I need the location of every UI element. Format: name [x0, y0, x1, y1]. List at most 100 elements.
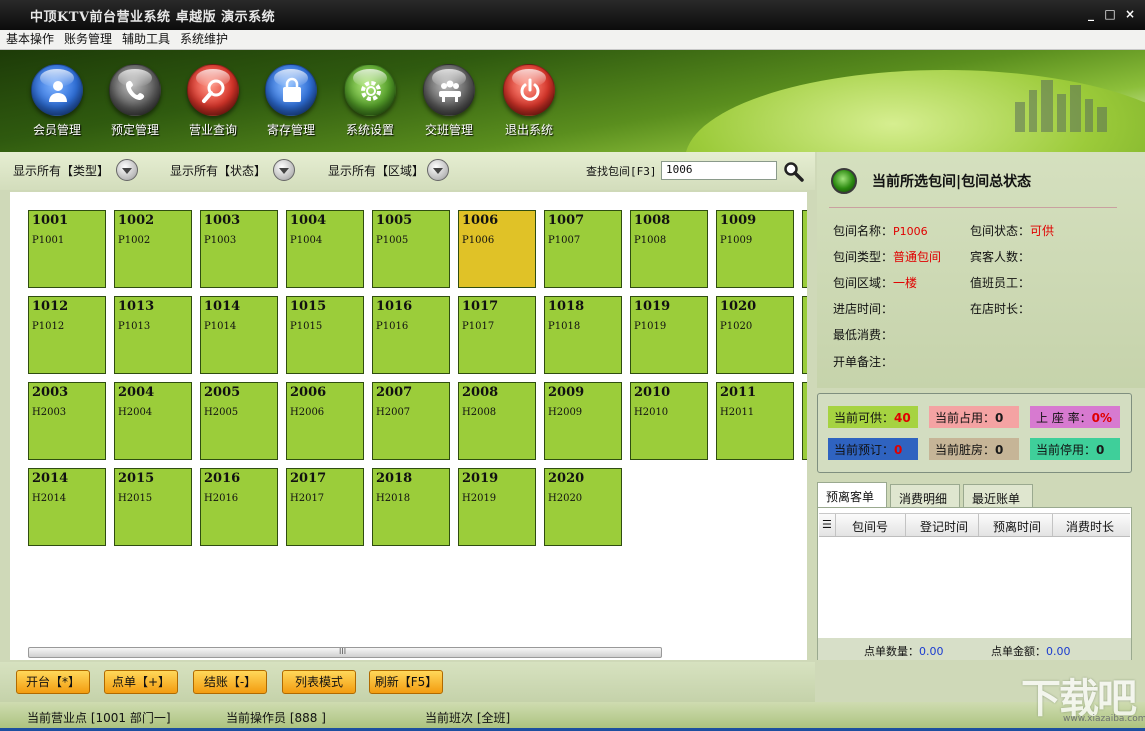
room-number: 1015 [290, 299, 327, 314]
tab-recent-bills[interactable]: 最近账单 [963, 484, 1033, 508]
room-number: 2010 [634, 385, 671, 400]
menu-accounts[interactable]: 账务管理 [58, 30, 116, 48]
order-button[interactable]: 点单【+】 [104, 670, 178, 694]
watermark-logo: 下载吧 www.xiazaiba.com [1021, 676, 1145, 724]
room-tile[interactable]: 2005 H2005 [200, 382, 278, 460]
room-tile[interactable]: 1020 P1020 [716, 296, 794, 374]
list-mode-button[interactable]: 列表模式 [282, 670, 356, 694]
menu-basic-ops[interactable]: 基本操作 [0, 30, 58, 48]
room-tile[interactable]: 2003 H2003 [28, 382, 106, 460]
room-number: 1012 [32, 299, 69, 314]
menu-tools[interactable]: 辅助工具 [116, 30, 174, 48]
room-code: H2010 [634, 407, 669, 418]
reservation-manage-button[interactable]: 预定管理 [100, 64, 170, 138]
room-tile[interactable]: 1014 P1014 [200, 296, 278, 374]
room-code: P1003 [204, 235, 237, 246]
room-number: 2018 [376, 471, 413, 486]
room-code: H2017 [290, 493, 325, 504]
room-tile[interactable]: 2006 H2006 [286, 382, 364, 460]
room-search-input[interactable]: 1006 [661, 161, 777, 180]
maximize-button[interactable]: □ [1102, 6, 1118, 22]
room-number: 1009 [720, 213, 757, 228]
table-header: ☰ 包间号 登记时间 预离时间 消费时长 [819, 513, 1130, 537]
status-filter-dropdown[interactable] [273, 159, 295, 181]
power-icon [503, 64, 555, 116]
room-tile[interactable]: 1005 P1005 [372, 210, 450, 288]
room-tile[interactable]: 2010 H2010 [630, 382, 708, 460]
room-tile[interactable]: 2007 H2007 [372, 382, 450, 460]
room-tile[interactable]: 1006 P1006 [458, 210, 536, 288]
room-number: 2019 [462, 471, 499, 486]
room-number: 2015 [118, 471, 155, 486]
room-tile[interactable]: 2017 H2017 [286, 468, 364, 546]
room-tile[interactable]: 1002 P1002 [114, 210, 192, 288]
room-tile[interactable]: 1016 P1016 [372, 296, 450, 374]
room-tile[interactable]: 2018 H2018 [372, 468, 450, 546]
exit-system-button[interactable]: 退出系统 [494, 64, 564, 138]
duration-row: 在店时长： [970, 302, 1031, 316]
room-tile[interactable]: 1015 P1015 [286, 296, 364, 374]
col-duration[interactable]: 消费时长 [1066, 518, 1114, 535]
horizontal-scrollbar[interactable]: III [28, 647, 662, 658]
room-tile-clipped[interactable] [802, 296, 807, 374]
search-icon[interactable] [783, 161, 805, 183]
room-tile[interactable]: 1017 P1017 [458, 296, 536, 374]
room-tile[interactable]: 1009 P1009 [716, 210, 794, 288]
room-number: 2014 [32, 471, 69, 486]
tab-consumption-detail[interactable]: 消费明细 [890, 484, 960, 508]
system-settings-label: 系统设置 [345, 123, 394, 137]
room-tile[interactable]: 1013 P1013 [114, 296, 192, 374]
tab-departing-orders[interactable]: 预离客单 [817, 482, 887, 509]
storage-manage-button[interactable]: 寄存管理 [256, 64, 326, 138]
stat-box: 上 座 率：0% [1030, 406, 1120, 428]
room-tile[interactable]: 2014 H2014 [28, 468, 106, 546]
system-settings-button[interactable]: 系统设置 [335, 64, 405, 138]
room-tile[interactable]: 2008 H2008 [458, 382, 536, 460]
room-tile[interactable]: 1018 P1018 [544, 296, 622, 374]
area-filter-dropdown[interactable] [427, 159, 449, 181]
room-tile[interactable]: 1001 P1001 [28, 210, 106, 288]
room-code: H2014 [32, 493, 67, 504]
member-manage-button[interactable]: 会员管理 [22, 64, 92, 138]
room-tile[interactable]: 1007 P1007 [544, 210, 622, 288]
refresh-button[interactable]: 刷新【F5】 [369, 670, 443, 694]
room-tile[interactable]: 2011 H2011 [716, 382, 794, 460]
room-tile[interactable]: 1019 P1019 [630, 296, 708, 374]
room-tile-clipped[interactable] [802, 382, 807, 460]
checkin-row: 进店时间： [833, 302, 894, 316]
col-register-time[interactable]: 登记时间 [920, 518, 968, 535]
room-tile[interactable]: 2016 H2016 [200, 468, 278, 546]
room-tile[interactable]: 1012 P1012 [28, 296, 106, 374]
close-button[interactable]: × [1122, 6, 1138, 22]
status-bar: 当前营业点 [1001 部门一] 当前操作员 [888 ] 当前班次 [全班] [0, 702, 1145, 731]
room-tile[interactable]: 2009 H2009 [544, 382, 622, 460]
col-room-no[interactable]: 包间号 [852, 518, 888, 535]
col-depart-time[interactable]: 预离时间 [993, 518, 1041, 535]
room-tile[interactable]: 1003 P1003 [200, 210, 278, 288]
room-tile[interactable]: 2019 H2019 [458, 468, 536, 546]
room-code: P1012 [32, 321, 65, 332]
shift-manage-button[interactable]: 交班管理 [414, 64, 484, 138]
open-table-button[interactable]: 开台【*】 [16, 670, 90, 694]
room-number: 2005 [204, 385, 241, 400]
room-number: 2011 [720, 385, 757, 400]
room-tile-clipped[interactable] [802, 210, 807, 288]
room-tile[interactable]: 2020 H2020 [544, 468, 622, 546]
room-tile[interactable]: 1008 P1008 [630, 210, 708, 288]
business-query-button[interactable]: 营业查询 [178, 64, 248, 138]
type-filter-dropdown[interactable] [116, 159, 138, 181]
menu-maintenance[interactable]: 系统维护 [174, 30, 232, 48]
table-footer: 点单数量：0.00 点单金额：0.00 [818, 638, 1131, 660]
room-code: H2011 [720, 407, 755, 418]
room-tile[interactable]: 2004 H2004 [114, 382, 192, 460]
room-tile[interactable]: 1004 P1004 [286, 210, 364, 288]
checkout-button[interactable]: 结账【-】 [193, 670, 267, 694]
stat-box: 当前预订：0 [828, 438, 918, 460]
room-code: H2015 [118, 493, 153, 504]
gear-icon [344, 64, 396, 116]
room-tile[interactable]: 2015 H2015 [114, 468, 192, 546]
area-filter-label: 显示所有【区域】 [328, 164, 425, 178]
room-number: 1016 [376, 299, 413, 314]
minimize-button[interactable]: _ [1083, 6, 1099, 22]
list-icon: ☰ [822, 518, 832, 531]
